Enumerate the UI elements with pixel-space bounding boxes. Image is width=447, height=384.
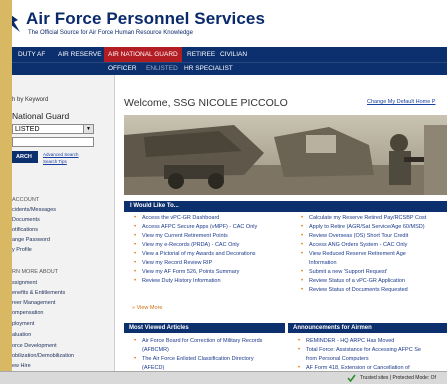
announcements-bar: Announcements for Airmen (288, 323, 447, 333)
sidebar-item-notifications[interactable]: otifications (12, 227, 38, 233)
national-guard-label: National Guard (12, 111, 70, 121)
link-documents-requested-status[interactable]: • Review Status of Documents Requested (301, 287, 408, 293)
link-support-request[interactable]: • Submit a new 'Support Request' (301, 269, 387, 275)
article-afbcmr[interactable]: • Air Force Board for Correction of Milit… (134, 338, 262, 344)
nav-civilian[interactable]: CIVILIAN (220, 47, 247, 62)
nav-hr-specialist[interactable]: HR SPECIALIST (184, 63, 233, 75)
nav-enlisted[interactable]: ENLISTED (146, 63, 178, 75)
sidebar-item-documents[interactable]: Documents (12, 217, 40, 223)
link-e-records[interactable]: • View my e-Records (PRDA) - CAC Only (134, 242, 239, 248)
most-viewed-title: Most Viewed Articles (129, 325, 189, 331)
sidebar: h by Keyword National Guard LISTED ▼ ARC… (12, 75, 115, 383)
announcement-hq-arpc-moved[interactable]: • REMINDER - HQ ARPC Has Moved (298, 338, 394, 344)
announcements-title: Announcements for Airmen (293, 325, 372, 331)
link-overseas-short-tour[interactable]: • Review Overseas (OS) Short Tour Credit (301, 233, 408, 239)
secondary-nav: OFFICER ENLISTED HR SPECIALIST (12, 62, 447, 75)
sidebar-item-career-management[interactable]: reer Management (12, 300, 55, 306)
sidebar-item-deployment[interactable]: ployment (12, 321, 34, 327)
nav-officer[interactable]: OFFICER (108, 63, 137, 75)
advanced-search-link[interactable]: Advanced Search (43, 152, 79, 157)
hero-photo (124, 115, 447, 195)
link-apply-to-retire[interactable]: • Apply to Retire (AGR/Sat Service/Age 60… (301, 224, 425, 230)
link-af-form-526[interactable]: • View my AF Form 526, Points Summary (134, 269, 239, 275)
hero-photo-image (124, 115, 447, 195)
search-tips-link[interactable]: Search Tips (43, 159, 67, 164)
view-more-link[interactable]: » View More (132, 305, 162, 311)
article-afbcmr-cont[interactable]: (AFBCMR) (142, 347, 169, 353)
site-title[interactable]: Air Force Personnel Services (26, 9, 265, 29)
link-vpcgr-dashboard[interactable]: • Access the vPC-GR Dashboard (134, 215, 219, 221)
sidebar-item-incidents[interactable]: cidents/Messages (12, 207, 56, 213)
link-duty-history[interactable]: • Review Duty History Information (134, 278, 221, 284)
nav-retiree[interactable]: RETIREE (187, 47, 215, 62)
welcome-heading: Welcome, SSG NICOLE PICCOLO (124, 97, 288, 109)
site-subtitle: The Official Source for Air Force Human … (28, 30, 193, 36)
link-reduced-retirement-age[interactable]: • View Reduced Reserve Retirement Age (301, 251, 406, 257)
checkmark-icon (347, 374, 356, 382)
browser-status-bar: Trusted sites | Protected Mode: Of (0, 371, 447, 384)
page: Air Force Personnel Services The Officia… (12, 0, 447, 383)
most-viewed-bar: Most Viewed Articles (124, 323, 285, 333)
nav-duty-af[interactable]: DUTY AF (18, 47, 45, 62)
page-edge-stripe (0, 0, 12, 383)
sidebar-item-benefits[interactable]: enefits & Entitlements (12, 290, 65, 296)
chevron-down-icon[interactable]: ▼ (83, 125, 93, 133)
air-force-logo-icon (12, 15, 20, 32)
nav-air-national-guard[interactable]: AIR NATIONAL GUARD (104, 47, 182, 62)
security-zone-status: Trusted sites | Protected Mode: Of (360, 375, 436, 381)
sidebar-item-evaluation[interactable]: aluation (12, 332, 31, 338)
sidebar-item-force-development[interactable]: orce Development (12, 343, 57, 349)
nav-air-reserve[interactable]: AIR RESERVE (58, 47, 102, 62)
link-record-review-rip[interactable]: • View my Record Review RIP (134, 260, 212, 266)
link-reduced-retirement-age-cont[interactable]: Information (309, 260, 337, 266)
component-select[interactable]: LISTED ▼ (12, 124, 94, 134)
link-afpc-secure-apps[interactable]: • Access AFPC Secure Apps (vMPF) - CAC On… (134, 224, 257, 230)
learn-more-heading: RN MORE ABOUT (12, 269, 59, 275)
link-awards-pictorial[interactable]: • View a Pictorial of my Awards and Decor… (134, 251, 256, 257)
link-calculate-retired-pay[interactable]: • Calculate my Reserve Retired Pay/RCSBP … (301, 215, 426, 221)
article-afecd[interactable]: • The Air Force Enlisted Classification D… (134, 356, 254, 362)
announcement-total-force-cont[interactable]: from Personal Computers (306, 356, 369, 362)
sidebar-item-new-hire[interactable]: ew Hire (12, 363, 31, 369)
search-by-keyword-label: h by Keyword (12, 97, 49, 103)
sidebar-item-change-password[interactable]: ange Password (12, 237, 50, 243)
sidebar-item-mobilization[interactable]: obilization/Demobilization (12, 353, 74, 359)
account-heading: ACCOUNT (12, 197, 40, 203)
component-select-value: LISTED (15, 126, 40, 133)
link-vpcgr-application-status[interactable]: • Review Status of a vPC-GR Application (301, 278, 405, 284)
main-content: Welcome, SSG NICOLE PICCOLO Change My De… (115, 75, 447, 383)
change-default-home-link[interactable]: Change My Default Home P (367, 99, 435, 105)
site-header: Air Force Personnel Services The Officia… (12, 0, 447, 46)
announcement-total-force[interactable]: • Total Force: Assistance for Accessing A… (298, 347, 421, 353)
i-would-like-to-title: I Would Like To... (130, 203, 179, 209)
link-retirement-points[interactable]: • View my Current Retirement Points (134, 233, 228, 239)
i-would-like-to-bar: I Would Like To... (124, 201, 447, 212)
sidebar-item-assignment[interactable]: ssignment (12, 280, 37, 286)
sidebar-item-my-profile[interactable]: y Profile (12, 247, 32, 253)
link-ang-orders-system[interactable]: • Access ANG Orders System - CAC Only (301, 242, 407, 248)
keyword-search-input[interactable] (12, 137, 94, 147)
search-button[interactable]: ARCH (12, 151, 38, 163)
sidebar-item-compensation[interactable]: ompensation (12, 310, 44, 316)
primary-nav: DUTY AF AIR RESERVE AIR NATIONAL GUARD R… (12, 47, 447, 62)
